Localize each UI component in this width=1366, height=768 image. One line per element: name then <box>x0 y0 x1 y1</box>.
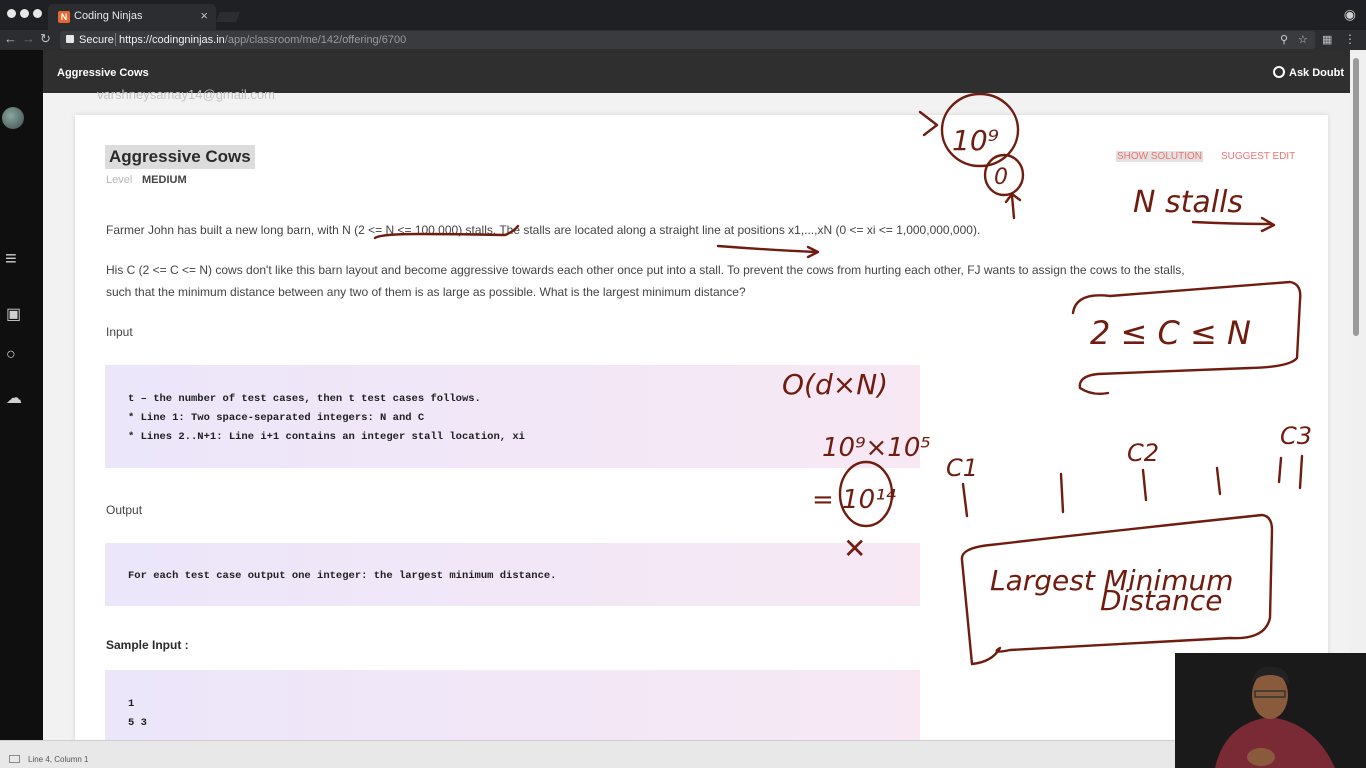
input-code-block: t – the number of test cases, then t tes… <box>105 365 920 468</box>
webcam-video <box>1175 653 1366 768</box>
cursor-position: Line 4, Column 1 <box>28 755 89 764</box>
instructor-video-frame <box>1175 653 1366 768</box>
ask-doubt-icon <box>1273 66 1285 78</box>
tab-title: Coding Ninjas <box>74 10 143 22</box>
output-code-block: For each test case output one integer: t… <box>105 543 920 606</box>
classroom-icon[interactable]: ▣ <box>6 304 21 324</box>
forward-arrow-icon[interactable]: → <box>22 31 35 46</box>
secure-label: Secure <box>79 34 114 46</box>
ask-doubt-button[interactable]: Ask Doubt <box>1273 66 1344 79</box>
url-divider <box>115 33 116 46</box>
input-code-line: t – the number of test cases, then t tes… <box>128 393 481 405</box>
terminal-icon <box>9 755 20 763</box>
cloud-download-icon[interactable]: ☁ <box>6 388 22 408</box>
scrollbar-thumb[interactable] <box>1353 58 1359 336</box>
close-window-button[interactable] <box>7 9 16 18</box>
level-value: MEDIUM <box>142 174 187 186</box>
sample-input-code-block: 1 5 3 <box>105 670 920 740</box>
input-code-line: * Lines 2..N+1: Line i+1 contains an int… <box>128 431 525 443</box>
ghost-email-text: varshneysamay14@gmail.com <box>97 87 275 102</box>
show-solution-button[interactable]: SHOW SOLUTION <box>1116 151 1204 162</box>
url-text: https://codingninjas.in/app/classroom/me… <box>119 34 406 46</box>
url-path: /app/classroom/me/142/offering/6700 <box>224 34 407 46</box>
incognito-icon: ◉ <box>1343 6 1356 22</box>
problem-title: Aggressive Cows <box>105 145 255 169</box>
lock-icon <box>66 35 74 43</box>
menu-kebab-icon[interactable]: ⋮ <box>1344 32 1356 46</box>
output-code-line: For each test case output one integer: t… <box>128 570 557 582</box>
minimize-window-button[interactable] <box>20 9 29 18</box>
level-label: Level <box>106 174 133 186</box>
sample-input-line: 1 <box>128 698 135 710</box>
reload-icon[interactable]: ↻ <box>40 31 51 47</box>
url-host: https://codingninjas.in <box>119 34 225 46</box>
problem-paragraph-2-line-1: His C (2 <= C <= N) cows don't like this… <box>106 263 1185 277</box>
browser-tab-bar: N Coding Ninjas × ◉ <box>0 0 1366 30</box>
coding-ninjas-favicon-icon: N <box>58 11 70 23</box>
input-code-line: * Line 1: Two space-separated integers: … <box>128 412 425 424</box>
avatar[interactable] <box>2 107 24 129</box>
input-heading: Input <box>106 325 133 339</box>
suggest-edit-button[interactable]: SUGGEST EDIT <box>1221 151 1295 162</box>
status-bar: Line 4, Column 1 <box>0 740 1366 768</box>
zoom-icon[interactable]: ⚲ <box>1280 33 1288 46</box>
problem-paragraph-2-line-2: such that the minimum distance between a… <box>106 285 746 299</box>
hamburger-menu-icon[interactable]: ≡ <box>5 248 17 271</box>
screen: { "browser": { "tab_title": "Coding Ninj… <box>0 0 1366 768</box>
extension-icon[interactable]: ▦ <box>1322 33 1332 46</box>
person-hand <box>1247 748 1275 766</box>
maximize-window-button[interactable] <box>33 9 42 18</box>
problem-paragraph-1: Farmer John has built a new long barn, w… <box>106 223 981 237</box>
tab-close-icon[interactable]: × <box>200 8 208 23</box>
browser-tab[interactable]: N Coding Ninjas × <box>48 4 216 30</box>
url-field[interactable]: Secure https://codingninjas.in/app/class… <box>60 31 1315 49</box>
ask-doubt-label: Ask Doubt <box>1289 67 1344 79</box>
sample-input-line: 5 3 <box>128 717 147 729</box>
left-sidebar: ≡ ▣ ○ ☁ <box>0 50 43 740</box>
bookmark-star-icon[interactable]: ☆ <box>1298 33 1308 46</box>
sample-input-heading: Sample Input : <box>106 638 189 652</box>
browser-address-bar: ← → ↻ Secure https://codingninjas.in/app… <box>0 30 1366 50</box>
back-arrow-icon[interactable]: ← <box>4 31 17 46</box>
page-title: Aggressive Cows <box>57 67 149 79</box>
output-heading: Output <box>106 503 143 517</box>
chat-bubble-icon[interactable]: ○ <box>6 346 16 364</box>
new-tab-button[interactable] <box>216 12 240 22</box>
